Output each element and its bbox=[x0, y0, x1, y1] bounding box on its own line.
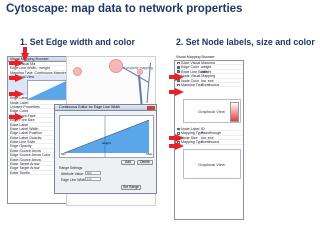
attribute-value-input[interactable]: 0.0 bbox=[85, 171, 101, 175]
red-arrow-indicator bbox=[169, 134, 184, 142]
network-node[interactable] bbox=[109, 59, 123, 73]
network-node[interactable] bbox=[73, 67, 82, 76]
attribute-value-label: Attribute Value: bbox=[61, 172, 84, 176]
right-panel-rows-2: Node Label ID Mapping Type Passthrough Node … bbox=[175, 127, 243, 145]
graph-view-label: Graphical View bbox=[198, 109, 225, 114]
add-button[interactable]: Add bbox=[121, 160, 135, 165]
step-2-heading: 2. Set Node labels, size and color bbox=[176, 37, 315, 47]
delete-button[interactable]: Delete bbox=[137, 160, 153, 165]
mapping-row[interactable]: Mapping Type Continuous bbox=[175, 140, 243, 145]
row-label: Node Visual Mapping bbox=[181, 74, 216, 79]
right-panel-title: Visual Mapping Browser bbox=[176, 55, 215, 59]
red-arrow-indicator bbox=[9, 113, 24, 121]
dialog-graph[interactable]: Min Max weight bbox=[59, 115, 154, 158]
right-visual-mapping-panel: Edge Visual Mapping Edge Color weight Edge … bbox=[174, 60, 244, 220]
row-checkbox[interactable] bbox=[177, 65, 180, 69]
row-label: Edge Visual Mapping bbox=[181, 61, 215, 65]
dialog-min-label: Min bbox=[61, 152, 66, 156]
red-arrow-indicator bbox=[9, 90, 24, 98]
step-1-heading: 1. Set Edge width and color bbox=[20, 37, 135, 47]
row-value: Continuous bbox=[201, 82, 220, 87]
left-graphical-view[interactable] bbox=[27, 80, 67, 100]
row-value: Continuous bbox=[201, 140, 220, 145]
red-arrow-indicator bbox=[9, 74, 24, 82]
right-panel-rows: Edge Visual Mapping Edge Color weight Edge … bbox=[175, 61, 243, 88]
row-checkbox[interactable] bbox=[177, 61, 180, 65]
red-arrow-indicator bbox=[169, 142, 184, 150]
slide-title: Cytoscape: map data to network propertie… bbox=[6, 3, 243, 15]
dialog-graph-wedge bbox=[63, 116, 150, 157]
dialog-close-button[interactable] bbox=[147, 105, 155, 110]
graph-view-label: Graphical View bbox=[198, 162, 225, 167]
left-graph-wedge bbox=[28, 81, 66, 99]
red-arrow-indicator bbox=[9, 59, 24, 67]
dialog-max-label: Max bbox=[146, 152, 152, 156]
mapping-row[interactable]: Mapping Type Continuous bbox=[175, 82, 243, 88]
node-color-swatch bbox=[230, 102, 239, 122]
node-size-graphical-view[interactable]: Graphical View bbox=[183, 149, 241, 179]
range-settings-label: Range Settings bbox=[59, 166, 83, 170]
row-checkbox[interactable] bbox=[177, 83, 180, 87]
red-arrow-indicator bbox=[169, 73, 184, 81]
line-width-input[interactable]: 1.0 bbox=[85, 177, 101, 181]
row-checkbox[interactable] bbox=[177, 127, 180, 131]
red-arrow-indicator bbox=[169, 88, 184, 96]
line-width-label: Edge Line Width: bbox=[61, 178, 87, 182]
set-range-button[interactable]: Set Range bbox=[121, 185, 141, 190]
row-label: Edge Color bbox=[181, 65, 199, 70]
dialog-weight-label: weight bbox=[102, 141, 111, 145]
row-label: Node Label bbox=[181, 127, 200, 131]
node-color-graphical-view[interactable]: Graphical View bbox=[183, 99, 241, 123]
continuous-editor-dialog: Continuous Editor for Edge Line Width Mi… bbox=[54, 104, 157, 194]
dialog-title: Continuous Editor for Edge Line Width bbox=[55, 105, 156, 111]
